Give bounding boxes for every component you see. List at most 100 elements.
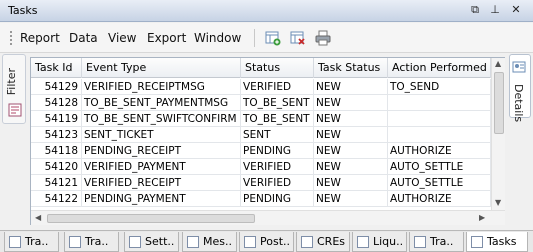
cell-task-id: 54129: [31, 79, 82, 95]
pin-icon[interactable]: ⊥: [488, 3, 502, 17]
scroll-right-icon[interactable]: ▶: [479, 213, 485, 222]
cell-event-type: PENDING_PAYMENT: [82, 191, 241, 207]
cell-task-status: NEW: [314, 95, 388, 111]
window-title: Tasks: [8, 4, 38, 17]
menu-report[interactable]: Report: [20, 31, 60, 45]
print-icon[interactable]: [315, 30, 331, 46]
filter-icon[interactable]: [7, 102, 23, 118]
cell-action-performed: AUTHORIZE: [388, 191, 491, 207]
add-grid-icon[interactable]: [265, 30, 281, 46]
restore-icon[interactable]: ⧉: [468, 3, 482, 17]
cell-event-type: TO_BE_SENT_SWIFTCONFIRM: [82, 111, 241, 127]
tab-tasks-active[interactable]: Tasks: [466, 232, 528, 252]
horizontal-scrollbar[interactable]: ◀ ▶: [31, 210, 505, 225]
cell-task-status: NEW: [314, 127, 388, 143]
tab-item[interactable]: CREs: [296, 232, 350, 252]
tab-window-icon: [414, 236, 426, 248]
column-header-task-status[interactable]: Task Status: [314, 58, 388, 78]
filter-label[interactable]: Filter: [5, 68, 18, 95]
details-panel-strip: Details: [507, 54, 533, 230]
tab-item[interactable]: Mes..: [182, 232, 237, 252]
table-row[interactable]: 54120 VERIFIED_PAYMENT VERIFIED NEW AUTO…: [31, 159, 491, 175]
column-header-action-performed[interactable]: Action Performed: [388, 58, 491, 78]
scroll-down-icon[interactable]: ▼: [495, 198, 501, 207]
tab-window-icon: [187, 236, 199, 248]
cell-status: SENT: [241, 127, 314, 143]
table-row[interactable]: 54119 TO_BE_SENT_SWIFTCONFIRM TO_BE_SENT…: [31, 111, 491, 127]
tab-item[interactable]: Post..: [239, 232, 294, 252]
tab-item[interactable]: Tra..: [64, 232, 119, 252]
close-icon[interactable]: ✕: [509, 3, 523, 17]
tab-window-icon: [301, 236, 313, 248]
column-header-task-id[interactable]: Task Id: [31, 58, 82, 78]
cell-task-id: 54119: [31, 111, 82, 127]
vertical-scroll-thumb[interactable]: [494, 72, 504, 134]
menu-data[interactable]: Data: [69, 31, 98, 45]
cell-action-performed: AUTO_SETTLE: [388, 175, 491, 191]
details-icon[interactable]: [512, 60, 526, 74]
horizontal-scroll-thumb[interactable]: [47, 214, 255, 223]
cell-action-performed: AUTHORIZE: [388, 143, 491, 159]
tab-item[interactable]: Liqu..: [352, 232, 407, 252]
cell-status: VERIFIED: [241, 159, 314, 175]
cell-task-id: 54122: [31, 191, 82, 207]
cell-action-performed: [388, 111, 491, 127]
cell-status: VERIFIED: [241, 79, 314, 95]
cell-task-id: 54121: [31, 175, 82, 191]
tab-window-icon: [244, 236, 256, 248]
cell-event-type: VERIFIED_RECEIPT: [82, 175, 241, 191]
cell-task-status: NEW: [314, 159, 388, 175]
cell-action-performed: [388, 127, 491, 143]
tab-window-icon: [357, 236, 369, 248]
scroll-up-icon[interactable]: ▲: [495, 59, 501, 68]
tab-item[interactable]: Tra..: [409, 232, 464, 252]
cell-status: PENDING: [241, 191, 314, 207]
cell-status: PENDING: [241, 143, 314, 159]
table-row[interactable]: 54129 VERIFIED_RECEIPTMSG VERIFIED NEW T…: [31, 79, 491, 95]
cell-task-id: 54128: [31, 95, 82, 111]
tasks-table: Task Id Event Type Status Task Status Ac…: [30, 57, 505, 225]
table-row[interactable]: 54122 PENDING_PAYMENT PENDING NEW AUTHOR…: [31, 191, 491, 207]
tab-window-icon: [9, 236, 21, 248]
cell-task-status: NEW: [314, 79, 388, 95]
tab-window-icon: [471, 236, 483, 248]
cell-event-type: SENT_TICKET: [82, 127, 241, 143]
cell-task-status: NEW: [314, 111, 388, 127]
tab-window-icon: [69, 236, 81, 248]
menu-toolbar: Report Data View Export Window: [0, 23, 533, 53]
menu-view[interactable]: View: [108, 31, 136, 45]
toolbar-grip[interactable]: [10, 31, 12, 45]
table-row[interactable]: 54118 PENDING_RECEIPT PENDING NEW AUTHOR…: [31, 143, 491, 159]
table-row[interactable]: 54121 VERIFIED_RECEIPT VERIFIED NEW AUTO…: [31, 175, 491, 191]
cell-action-performed: [388, 95, 491, 111]
cell-event-type: VERIFIED_RECEIPTMSG: [82, 79, 241, 95]
cell-status: TO_BE_SENT: [241, 111, 314, 127]
cell-status: TO_BE_SENT: [241, 95, 314, 111]
cell-action-performed: AUTO_SETTLE: [388, 159, 491, 175]
column-header-event-type[interactable]: Event Type: [82, 58, 241, 78]
table-row[interactable]: 54128 TO_BE_SENT_PAYMENTMSG TO_BE_SENT N…: [31, 95, 491, 111]
toolbar-separator: [254, 29, 255, 47]
cell-event-type: PENDING_RECEIPT: [82, 143, 241, 159]
filter-panel-strip: Filter: [0, 54, 28, 230]
tab-window-icon: [129, 236, 141, 248]
delete-grid-icon[interactable]: [290, 30, 306, 46]
tab-item[interactable]: Tra..: [4, 232, 59, 252]
tab-item[interactable]: Sett..: [124, 232, 179, 252]
table-header: Task Id Event Type Status Task Status Ac…: [31, 58, 491, 78]
bottom-tab-bar: Tra.. Tra.. Sett.. Mes.. Post.. CREs Liq…: [0, 230, 533, 252]
menu-window[interactable]: Window: [194, 31, 241, 45]
cell-event-type: VERIFIED_PAYMENT: [82, 159, 241, 175]
cell-task-status: NEW: [314, 191, 388, 207]
scroll-left-icon[interactable]: ◀: [35, 213, 41, 222]
menu-export[interactable]: Export: [147, 31, 186, 45]
column-header-status[interactable]: Status: [241, 58, 314, 78]
cell-status: VERIFIED: [241, 175, 314, 191]
table-row[interactable]: 54123 SENT_TICKET SENT NEW: [31, 127, 491, 143]
cell-event-type: TO_BE_SENT_PAYMENTMSG: [82, 95, 241, 111]
cell-task-id: 54123: [31, 127, 82, 143]
vertical-scrollbar[interactable]: ▲ ▼: [491, 58, 505, 210]
cell-task-id: 54120: [31, 159, 82, 175]
details-label[interactable]: Details: [512, 84, 525, 122]
cell-action-performed: TO_SEND: [388, 79, 491, 95]
